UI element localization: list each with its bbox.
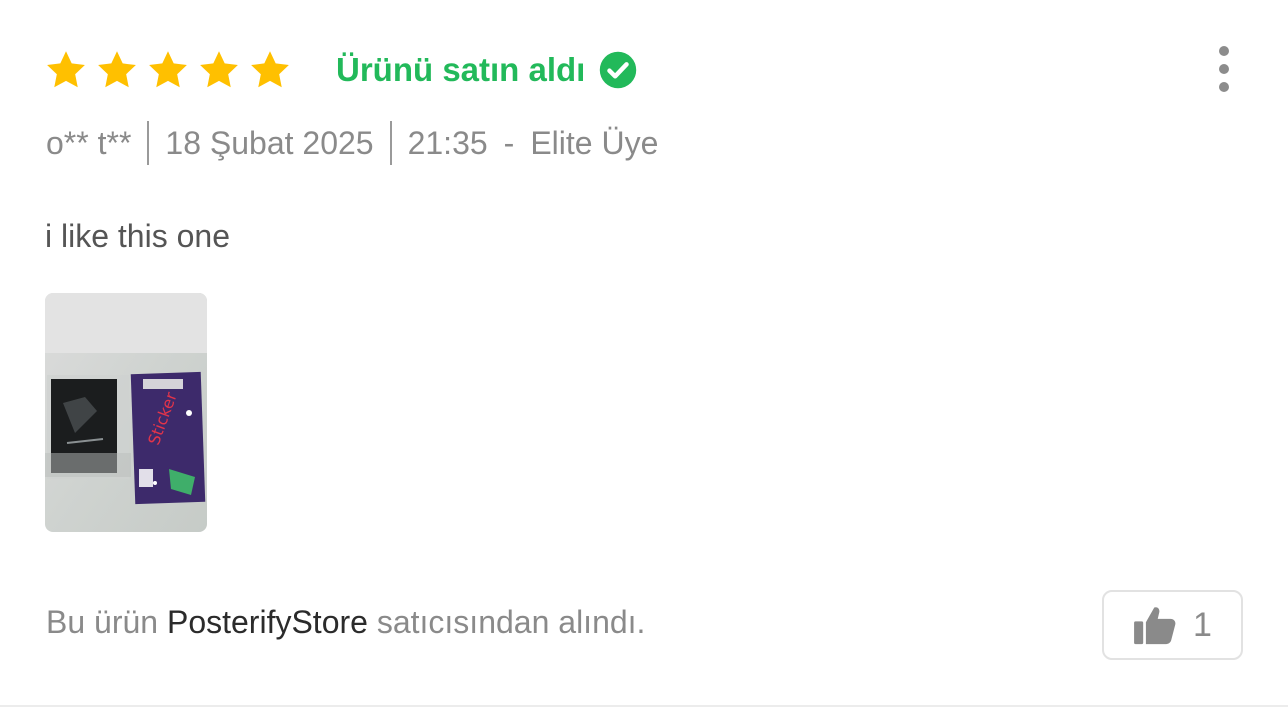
more-vertical-icon-dot [1219, 82, 1229, 92]
membership-badge: Elite Üye [530, 124, 659, 161]
review-header: Ürünü satın aldı [44, 44, 637, 96]
review-time: 21:35 [407, 124, 488, 161]
verified-purchase-label: Ürünü satın aldı [336, 51, 586, 88]
meta-divider [389, 121, 392, 165]
star-icon [248, 48, 292, 92]
seller-suffix: satıcısından alındı. [367, 604, 646, 640]
divider [0, 705, 1288, 707]
meta-divider [147, 121, 150, 165]
star-icon [146, 48, 190, 92]
more-options-button[interactable] [1214, 46, 1234, 92]
star-icon [95, 48, 139, 92]
more-vertical-icon-dot [1219, 64, 1229, 74]
seller-prefix: Bu ürün [46, 604, 167, 640]
review-date: 18 Şubat 2025 [165, 124, 374, 161]
star-rating [44, 48, 292, 92]
meta-dash: - [503, 124, 515, 161]
check-circle-icon [599, 51, 637, 89]
more-vertical-icon [1219, 46, 1229, 56]
author-name: o** t** [46, 124, 132, 161]
like-count: 1 [1193, 605, 1212, 644]
star-icon [44, 48, 88, 92]
like-button[interactable]: 1 [1102, 590, 1243, 660]
seller-info: Bu ürün PosterifyStore satıcısından alın… [46, 604, 645, 641]
review-card: Ürünü satın aldı o** t** 18 Şubat 2025 2… [0, 0, 1288, 708]
star-icon [197, 48, 241, 92]
thumbs-up-icon [1133, 605, 1177, 645]
seller-link[interactable]: PosterifyStore [167, 604, 368, 640]
verified-purchase-badge: Ürünü satın aldı [336, 51, 637, 89]
review-photo-thumbnail[interactable]: Sticker [45, 293, 207, 532]
review-meta: o** t** 18 Şubat 2025 21:35 - Elite Üye [46, 116, 658, 170]
review-comment: i like this one [45, 218, 230, 254]
